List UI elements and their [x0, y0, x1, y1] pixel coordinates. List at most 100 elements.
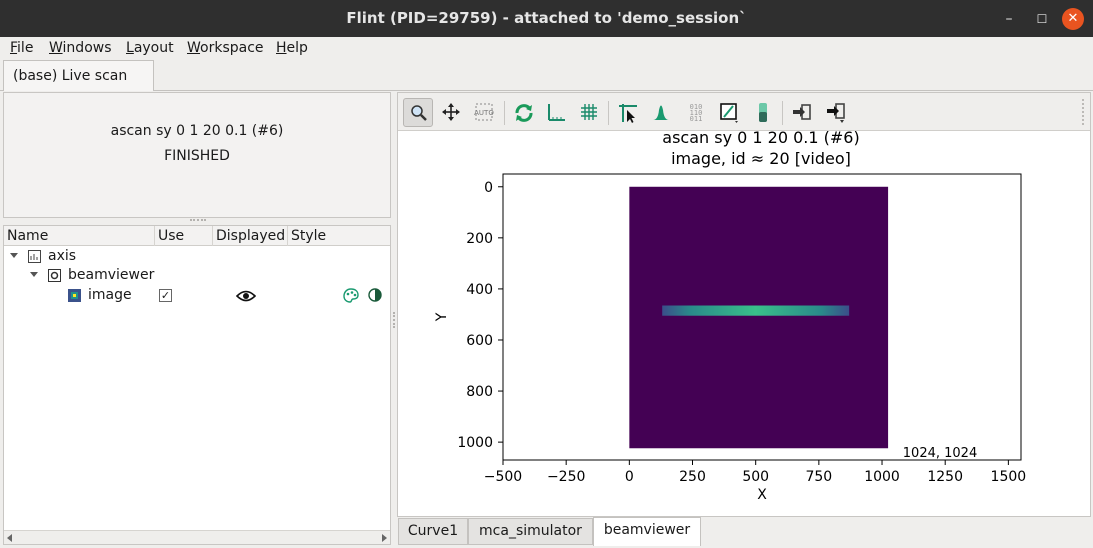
crosshair-button[interactable]: [612, 98, 642, 127]
plot-items-tree: Name Use Displayed Style axis beamviewer…: [3, 225, 391, 545]
refresh-button[interactable]: [508, 98, 538, 127]
x-axis-label: X: [757, 487, 767, 503]
toolbar-separator: [782, 101, 783, 125]
grid-button[interactable]: [574, 98, 604, 127]
tree-header: Name Use Displayed Style: [4, 226, 390, 246]
profile-button[interactable]: [646, 98, 676, 127]
plot-title-line2: image, id ≈ 20 [video]: [671, 149, 851, 168]
x-tick-label: 500: [742, 469, 769, 485]
colormap-icon: [720, 103, 738, 123]
column-displayed[interactable]: Displayed: [213, 226, 288, 246]
x-tick-label: 750: [805, 469, 832, 485]
pan-button[interactable]: [436, 98, 466, 127]
menu-help[interactable]: Help: [276, 40, 308, 56]
window-title: Flint (PID=29759) - attached to 'demo_se…: [346, 9, 747, 27]
tree-row-image[interactable]: image ✓: [4, 286, 390, 306]
scan-status-panel: ascan sy 0 1 20 0.1 (#6) FINISHED: [3, 92, 391, 218]
expand-arrow-icon[interactable]: [10, 253, 18, 258]
horizontal-splitter-handle[interactable]: [190, 219, 206, 223]
coordinate-readout: 1024, 1024: [903, 446, 977, 461]
y-tick-label: 0: [484, 180, 493, 196]
y-tick-label: 600: [466, 333, 493, 349]
column-style[interactable]: Style: [288, 226, 390, 246]
toolbar-grip-handle[interactable]: [1082, 99, 1086, 125]
expand-arrow-icon[interactable]: [30, 272, 38, 277]
tree-item-label: axis: [48, 248, 77, 264]
tab-mca-simulator[interactable]: mca_simulator: [468, 518, 593, 545]
column-name[interactable]: Name: [4, 226, 155, 246]
tree-item-label: beamviewer: [68, 267, 155, 283]
x-tick-label: −500: [484, 469, 522, 485]
x-tick-label: −250: [547, 469, 585, 485]
image-plot[interactable]: ascan sy 0 1 20 0.1 (#6) image, id ≈ 20 …: [398, 131, 1090, 517]
x-axis-ticks: −500 −250 0 250 500 750 1000 1250 1500: [484, 460, 1026, 485]
x-tick-label: 1250: [927, 469, 963, 485]
svg-text:011: 011: [690, 115, 703, 123]
tab-beamviewer[interactable]: beamviewer: [593, 517, 701, 546]
y-axis-label: Y: [434, 312, 450, 322]
tab-curve1[interactable]: Curve1: [398, 518, 468, 545]
menu-file[interactable]: File: [10, 40, 33, 56]
column-use[interactable]: Use: [155, 226, 213, 246]
maximize-button[interactable]: ☐: [1031, 8, 1053, 30]
use-checkbox[interactable]: ✓: [159, 289, 172, 302]
toolbar-separator: [504, 101, 505, 125]
tree-horizontal-scrollbar[interactable]: [4, 530, 390, 544]
scroll-right-icon[interactable]: [382, 534, 387, 542]
import-button[interactable]: [820, 98, 850, 127]
profile-icon: [653, 105, 669, 120]
menu-layout[interactable]: Layout: [126, 40, 174, 56]
tab-live-scan[interactable]: (base) Live scan: [3, 60, 154, 91]
window-titlebar: Flint (PID=29759) - attached to 'demo_se…: [0, 0, 1093, 37]
plot-title-line1: ascan sy 0 1 20 0.1 (#6): [662, 131, 859, 147]
eye-icon[interactable]: [236, 290, 256, 302]
scan-command: ascan sy 0 1 20 0.1 (#6): [110, 123, 284, 139]
svg-text:AUTO: AUTO: [474, 109, 494, 117]
menu-workspace[interactable]: Workspace: [187, 40, 264, 56]
zoom-icon: [411, 105, 427, 121]
image-plot-panel: AUTO 010 110 011 ascan sy 0 1 20 0.1 (#6…: [397, 92, 1091, 517]
scroll-left-icon[interactable]: [7, 534, 12, 542]
close-button[interactable]: ✕: [1062, 8, 1084, 30]
image-data-rect: [629, 186, 889, 449]
colormap-button[interactable]: [714, 98, 744, 127]
toolbar-separator: [608, 101, 609, 125]
export-icon: [793, 104, 811, 120]
menu-windows[interactable]: Windows: [49, 40, 112, 56]
y-tick-label: 800: [466, 384, 493, 400]
colorbar-button[interactable]: [748, 98, 778, 127]
palette-style-icon[interactable]: [343, 288, 359, 303]
y-axis-ticks: 0 200 400 600 800 1000: [457, 180, 503, 451]
workspace-tabbar: (base) Live scan: [0, 59, 1093, 91]
y-tick-label: 400: [466, 282, 493, 298]
axis-icon: [548, 104, 565, 121]
tree-row-beamviewer[interactable]: beamviewer: [4, 266, 390, 286]
zoom-button[interactable]: [403, 98, 433, 127]
tree-item-label: image: [88, 287, 132, 303]
minimize-button[interactable]: –: [998, 8, 1020, 30]
y-tick-label: 200: [466, 231, 493, 247]
beam-stripe: [662, 305, 850, 316]
x-tick-label: 1000: [864, 469, 900, 485]
export-button[interactable]: [786, 98, 816, 127]
scan-state: FINISHED: [164, 148, 230, 164]
x-tick-label: 250: [679, 469, 706, 485]
contrast-icon[interactable]: [368, 288, 382, 302]
data-icon: 010 110 011: [690, 103, 703, 123]
pan-icon: [442, 103, 460, 121]
axis-chart-icon: [28, 250, 41, 263]
crosshair-icon: [619, 104, 637, 123]
vertical-splitter-handle[interactable]: [393, 312, 396, 328]
x-tick-label: 0: [625, 469, 634, 485]
tree-row-axis[interactable]: axis: [4, 247, 390, 267]
axis-options-button[interactable]: [541, 98, 571, 127]
auto-scale-icon: AUTO: [474, 103, 494, 121]
auto-scale-button[interactable]: AUTO: [469, 98, 499, 127]
camera-device-icon: [48, 269, 61, 282]
y-tick-label: 1000: [457, 435, 493, 451]
x-tick-label: 1500: [991, 469, 1027, 485]
menu-bar: File Windows Layout Workspace Help: [0, 37, 1093, 59]
plot-toolbar: AUTO 010 110 011: [398, 93, 1090, 131]
data-view-button[interactable]: 010 110 011: [680, 98, 710, 127]
import-icon: [827, 103, 845, 123]
